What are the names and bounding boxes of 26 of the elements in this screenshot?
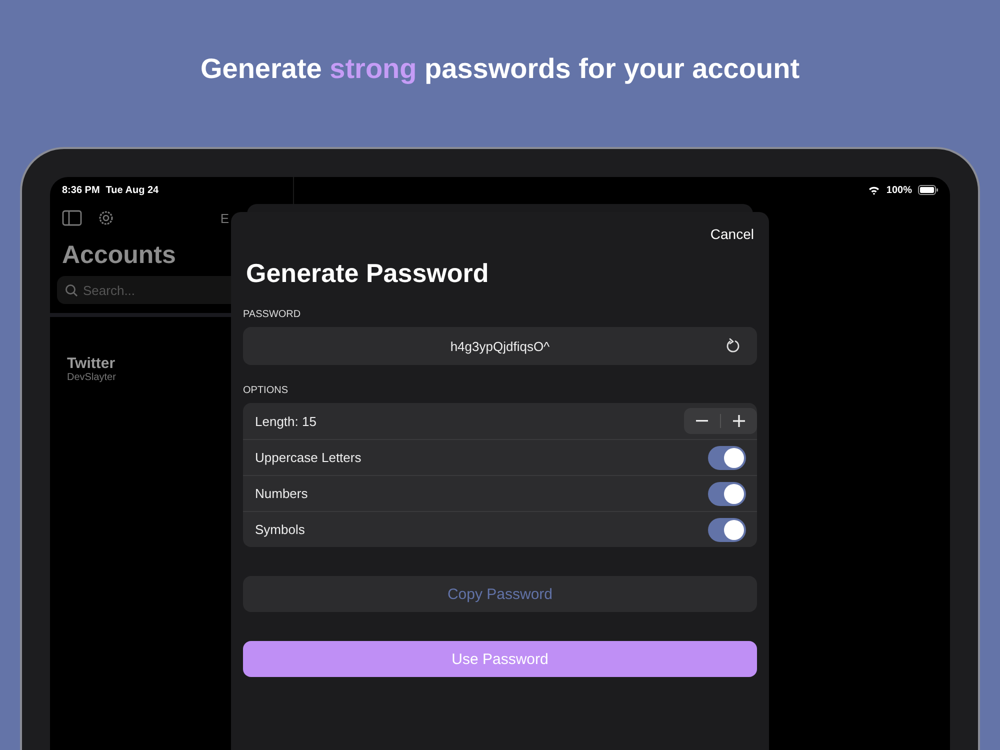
password-field[interactable]: h4g3ypQjdfiqsO^ [243, 327, 757, 365]
account-username: DevSlayter [67, 372, 117, 383]
toggle-switch[interactable] [708, 518, 746, 542]
sidebar-title: Accounts [61, 240, 177, 270]
battery-percent: 100% [886, 184, 912, 196]
option-label: Numbers [255, 486, 309, 501]
status-time: 8:36 PM [62, 184, 100, 196]
section-label: OPTIONS [243, 385, 290, 396]
option-label: Uppercase Letters [255, 450, 362, 465]
refresh-icon[interactable] [725, 338, 741, 354]
cancel-button[interactable]: Cancel [710, 226, 754, 242]
option-label: Length: 15 [255, 414, 318, 428]
wifi-icon [868, 185, 880, 195]
status-date: Tue Aug 24 [106, 184, 159, 196]
settings-icon[interactable] [96, 209, 116, 227]
headline: Generate strong passwords for your account [200, 52, 800, 84]
toggle-switch[interactable] [708, 446, 746, 470]
toggle-switch[interactable] [708, 482, 746, 506]
section-label: PASSWORD [243, 309, 302, 320]
sidebar-toggle-icon[interactable] [62, 209, 82, 227]
search-icon [65, 284, 78, 296]
edit-button[interactable]: E [220, 210, 229, 226]
length-stepper[interactable] [684, 408, 757, 434]
sheet-title: Generate Password [246, 258, 490, 289]
battery-icon [918, 185, 938, 195]
option-label: Symbols [255, 522, 306, 537]
